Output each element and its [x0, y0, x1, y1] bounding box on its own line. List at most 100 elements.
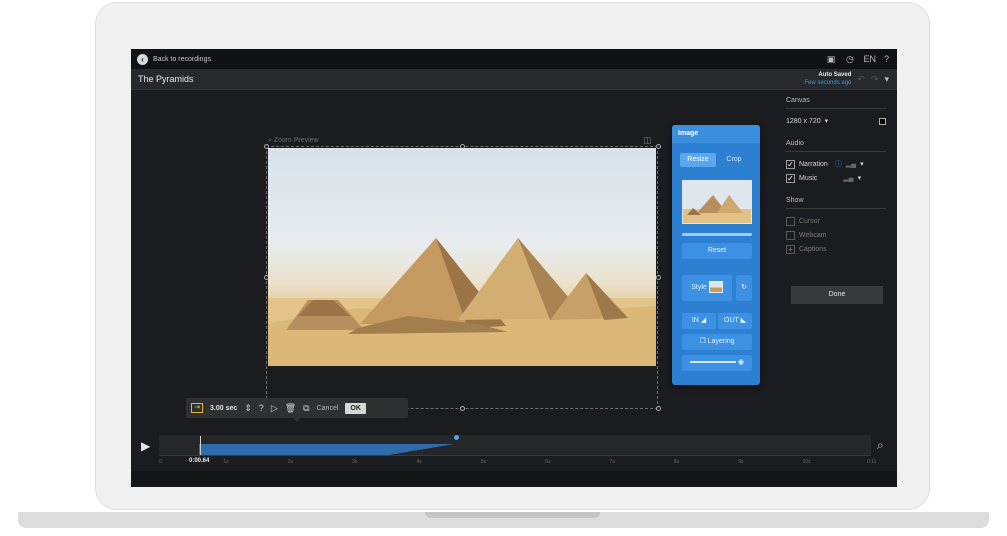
resize-handle[interactable]	[460, 406, 465, 411]
pyramids-illustration	[268, 238, 656, 366]
pyramids-image[interactable]	[268, 148, 656, 366]
title-bar: The Pyramids Auto Saved Few seconds ago …	[131, 69, 897, 90]
audio-item-narration[interactable]: ✓ Narration ⓘ ▂▄ ▾	[786, 157, 886, 171]
resize-handle[interactable]	[656, 275, 661, 280]
zoom-preview-label: Zoom Preview	[273, 137, 319, 144]
zoom-preview[interactable]: ⌕ Zoom Preview	[268, 137, 319, 145]
volume-icon[interactable]: ▂▄	[843, 174, 853, 182]
volume-icon[interactable]: ▂▄	[846, 160, 856, 168]
search-icon: ⌕	[268, 137, 272, 144]
laptop-mockup: ‹ Back to recordings ▣ ◷ EN ? The Pyrami…	[0, 0, 1007, 536]
clip-end-handle[interactable]	[454, 435, 459, 440]
music-checkbox[interactable]: ✓	[786, 173, 795, 183]
cancel-button[interactable]: Cancel	[317, 405, 339, 412]
app-screen: ‹ Back to recordings ▣ ◷ EN ? The Pyrami…	[131, 49, 897, 487]
show-item-cursor[interactable]: Cursor	[786, 214, 886, 228]
chevron-down-icon[interactable]: ▾	[858, 174, 862, 182]
playhead[interactable]	[200, 436, 201, 456]
narration-label: Narration	[799, 160, 828, 168]
help-circle-icon[interactable]: ?	[259, 403, 264, 413]
size-slider[interactable]	[682, 233, 752, 236]
reset-button[interactable]: Reset	[682, 243, 752, 259]
webcam-label: Webcam	[799, 231, 827, 239]
chevron-down-icon[interactable]: ▾	[825, 117, 829, 125]
title-tools: ↶ ↷ ▾	[857, 74, 889, 85]
narration-checkbox[interactable]: ✓	[786, 159, 795, 169]
back-arrow-icon: ‹	[137, 53, 148, 65]
webcam-checkbox[interactable]	[786, 230, 795, 240]
show-heading: Show	[786, 197, 804, 204]
history-icon[interactable]: ◷	[844, 54, 855, 65]
play-preview-icon[interactable]: ▷	[271, 403, 278, 414]
resize-handle[interactable]	[656, 406, 661, 411]
divider	[786, 108, 886, 109]
opacity-slider[interactable]: ◉	[682, 355, 752, 371]
style-button[interactable]: Style	[682, 275, 732, 301]
canvas-size-row: 1280 x 720 ▾	[786, 114, 886, 128]
divider	[786, 208, 886, 209]
layering-label: Layering	[707, 338, 735, 345]
image-panel-title: Image	[672, 125, 760, 143]
ok-button[interactable]: OK	[345, 402, 366, 414]
camera-icon[interactable]: ◫	[643, 135, 652, 146]
duplicate-icon[interactable]: ⧉	[303, 403, 309, 414]
bottom-strip	[131, 471, 897, 487]
done-button[interactable]: Done	[791, 286, 883, 304]
cursor-label: Cursor	[799, 217, 821, 225]
back-to-recordings-button[interactable]: ‹ Back to recordings	[137, 53, 211, 65]
tick-label: 1s	[223, 459, 229, 465]
clip-duration[interactable]: 3.00 sec	[210, 405, 237, 412]
help-icon[interactable]: ?	[884, 54, 889, 64]
refresh-icon: ↻	[741, 284, 747, 291]
undo-icon[interactable]: ↶	[857, 74, 865, 85]
tab-resize[interactable]: Resize	[680, 153, 716, 167]
duration-icon: ⇥	[191, 403, 203, 413]
refresh-style-button[interactable]: ↻	[736, 275, 752, 301]
resize-handle[interactable]	[656, 144, 661, 149]
tick-label: 6s	[545, 459, 551, 465]
audio-item-music[interactable]: ✓ Music ▂▄ ▾	[786, 171, 886, 185]
canvas-color-swatch[interactable]	[879, 117, 886, 125]
zoom-timeline-icon[interactable]: ⌕	[877, 438, 884, 453]
time-ruler[interactable]	[159, 455, 871, 468]
autosave-time: Few seconds ago	[804, 80, 852, 86]
tick-label: 5s	[480, 459, 487, 465]
chevron-down-icon[interactable]: ▾	[884, 74, 889, 85]
monitor-icon[interactable]: ▣	[825, 54, 836, 65]
cursor-checkbox[interactable]	[786, 216, 795, 226]
image-clip[interactable]	[199, 444, 389, 455]
canvas-size-select[interactable]: 1280 x 720	[786, 118, 821, 125]
captions-add-icon[interactable]: +	[786, 244, 795, 254]
chevron-down-icon[interactable]: ▾	[860, 160, 864, 168]
image-panel: Image Resize Crop Reset Style ↻ IN ◢ OUT…	[672, 125, 760, 385]
tick-label: 0:11	[867, 459, 877, 465]
layering-button[interactable]: ❐ Layering	[682, 334, 752, 350]
tab-crop[interactable]: Crop	[716, 153, 752, 167]
tick-label: 9s	[738, 459, 744, 465]
redo-icon[interactable]: ↷	[871, 74, 879, 85]
autosave-status: Auto Saved Few seconds ago	[804, 71, 851, 87]
clip-transition[interactable]	[389, 444, 454, 455]
delete-icon[interactable]: 🗑	[285, 403, 296, 414]
image-thumbnail[interactable]	[682, 180, 752, 224]
canvas-heading: Canvas	[786, 97, 810, 104]
show-item-captions[interactable]: + Captions	[786, 242, 886, 256]
opacity-track	[689, 361, 736, 364]
info-icon[interactable]: ⓘ	[835, 159, 842, 169]
show-item-webcam[interactable]: Webcam	[786, 228, 886, 242]
project-title[interactable]: The Pyramids	[138, 74, 194, 84]
tick-label: 7s	[609, 459, 615, 465]
toolbar-pointer	[293, 418, 301, 422]
top-bar: ‹ Back to recordings ▣ ◷ EN ?	[131, 49, 897, 69]
captions-label: Captions	[799, 245, 827, 253]
current-time: 0:00.64	[189, 458, 210, 464]
thumbnail-illustration	[683, 181, 751, 223]
play-icon[interactable]: ▶	[141, 439, 150, 453]
transition-out-label: OUT	[724, 317, 739, 324]
tick-label: 0	[159, 459, 162, 465]
tick-label: 4s	[416, 459, 422, 465]
stepper-icon[interactable]: ⇕	[244, 403, 252, 414]
transition-out-button[interactable]: OUT ◣	[718, 313, 752, 329]
transition-in-button[interactable]: IN ◢	[682, 313, 716, 329]
language-selector[interactable]: EN	[863, 54, 876, 64]
